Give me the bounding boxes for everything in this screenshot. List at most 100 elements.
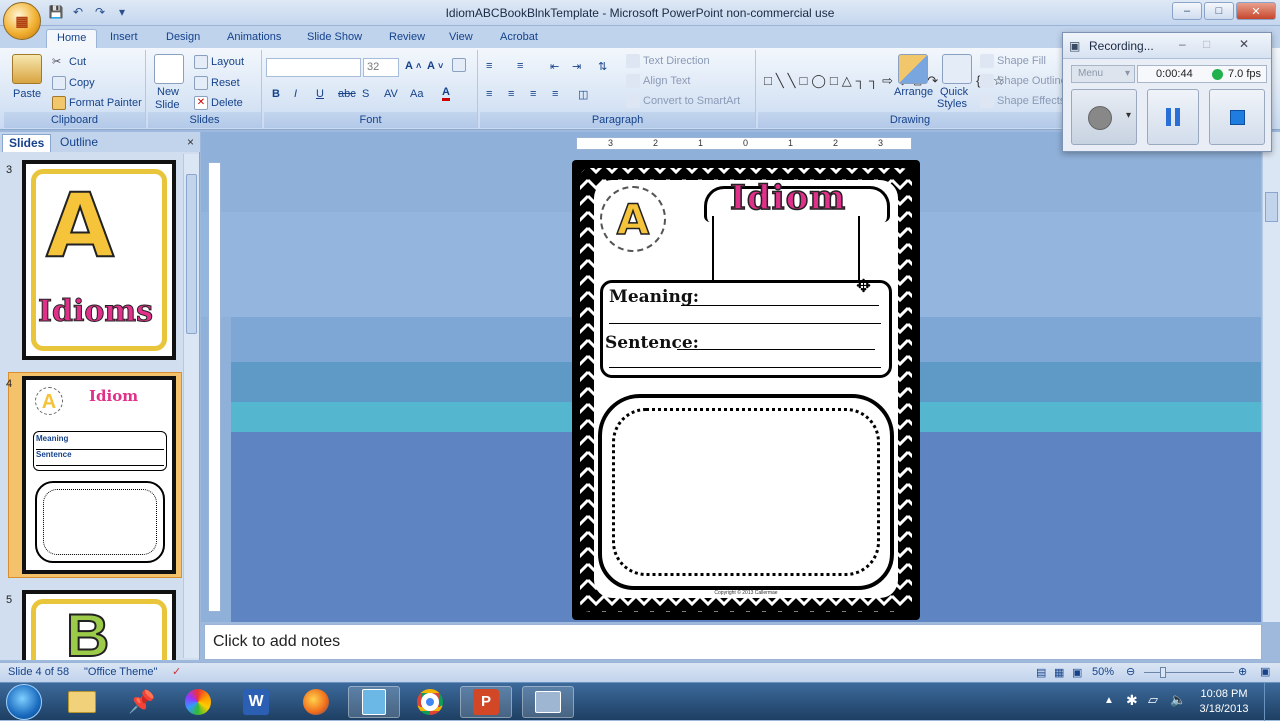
spellcheck-icon[interactable]: ✓ [172,665,181,678]
underline-icon[interactable]: U [316,88,324,100]
network-icon[interactable]: ✱ [1126,692,1138,709]
tab-outline-pane[interactable]: Outline [54,134,104,152]
font-size-input[interactable]: 32 [363,58,399,77]
definition-box[interactable]: Meaning: Sentence: [600,280,892,378]
tab-review[interactable]: Review [379,29,435,48]
main-scrollbar[interactable] [1262,132,1280,622]
align-center-icon[interactable]: ≡ [508,88,514,100]
line-spacing-icon[interactable]: ⇅ [598,60,607,73]
delete-button[interactable]: ✕ Delete [194,96,243,110]
shapes-gallery[interactable]: □╲╲□◯□△┐┐⇨⇩⬠↷⌒⌒{}☆ [764,54,1005,106]
show-hidden-icons[interactable]: ▲ [1104,695,1114,706]
maximize-button[interactable]: □ [1204,2,1234,20]
tab-design[interactable]: Design [156,29,210,48]
slide-thumbnail-5[interactable]: B [22,590,176,669]
firefox-icon[interactable] [290,686,342,718]
close-pane-icon[interactable]: × [187,135,194,149]
bold-icon[interactable]: B [272,88,280,100]
tab-insert[interactable]: Insert [100,29,148,48]
tab-home[interactable]: Home [46,29,98,48]
show-desktop-button[interactable] [1264,683,1280,721]
pin-icon[interactable]: 📌 [116,686,168,718]
font-name-input[interactable] [266,58,361,77]
tab-animations[interactable]: Animations [217,29,291,48]
quick-styles-button-label2[interactable]: Styles [937,98,967,110]
align-left-icon[interactable]: ≡ [486,88,492,100]
slide-show-icon[interactable]: ▣ [1072,666,1082,679]
record-button[interactable]: ▾ [1071,89,1137,145]
bullets-icon[interactable]: ≡ [486,60,492,72]
text-shadow-icon[interactable]: S [362,88,369,100]
zoom-in-icon[interactable]: ⊕ [1238,665,1247,678]
chrome-icon[interactable] [404,686,456,718]
close-button[interactable]: ✕ [1236,2,1276,20]
justify-icon[interactable]: ≡ [552,88,558,100]
volume-icon[interactable]: 🔈 [1170,692,1186,708]
strikethrough-icon[interactable]: abc [338,88,356,100]
decrease-indent-icon[interactable]: ⇤ [550,60,559,73]
normal-view-icon[interactable]: ▤ [1036,666,1046,679]
tab-acrobat[interactable]: Acrobat [490,29,548,48]
recorder-app-icon[interactable] [522,686,574,718]
word-icon[interactable]: W [230,686,282,718]
picasa-icon[interactable] [172,686,224,718]
fit-slide-icon[interactable]: ▣ [1260,665,1270,678]
columns-icon[interactable]: ◫ [578,88,588,101]
zoom-slider-thumb[interactable] [1160,667,1166,678]
recorder-minimize[interactable]: – [1179,37,1186,51]
slides-pane-scrollbar[interactable] [183,154,199,658]
zoom-slider[interactable] [1144,672,1234,673]
slide-thumbnail-3[interactable]: A Idioms [22,160,176,360]
picture-frame[interactable] [598,394,894,590]
cut-button[interactable]: ✂ Cut [52,55,86,69]
increase-indent-icon[interactable]: ⇥ [572,60,581,73]
change-case-icon[interactable]: Aa [410,88,423,100]
char-spacing-icon[interactable]: AV [384,88,398,100]
slide-canvas[interactable]: A Idiom Meaning: Sentence: Copyright © 2… [572,160,920,620]
scroll-thumb[interactable] [186,174,197,334]
copy-button[interactable]: Copy [52,76,95,90]
record-dropdown-icon[interactable]: ▾ [1126,110,1131,121]
office-button[interactable]: ▦ [3,2,41,40]
align-text-button[interactable]: Align Text [626,74,691,88]
align-right-icon[interactable]: ≡ [530,88,536,100]
explorer-icon[interactable] [56,686,108,718]
new-slide-button[interactable]: New [157,86,179,98]
signal-icon[interactable]: ▱ [1148,692,1158,708]
arrange-button[interactable]: Arrange [894,86,933,98]
recorder-menu-select[interactable]: Menu ▾ [1071,65,1135,83]
text-direction-button[interactable]: Text Direction [626,54,710,68]
zoom-out-icon[interactable]: ⊖ [1126,665,1135,678]
start-button[interactable] [6,684,42,720]
scroll-thumb[interactable] [1265,192,1278,222]
notes-pane[interactable]: Click to add notes [204,624,1262,660]
pause-button[interactable] [1147,89,1199,145]
recorder-maximize[interactable]: □ [1203,37,1210,51]
shape-effects-button[interactable]: Shape Effects [980,94,1065,108]
system-clock[interactable]: 10:08 PM 3/18/2013 [1192,687,1256,717]
shape-fill-button[interactable]: Shape Fill [980,54,1046,68]
convert-smartart-button[interactable]: Convert to SmartArt [626,94,740,108]
notes-app-icon[interactable] [348,686,400,718]
reset-button[interactable]: Reset [194,76,240,90]
quick-styles-button[interactable]: Quick [940,86,968,98]
minimize-button[interactable]: – [1172,2,1202,20]
new-slide-button-label2[interactable]: Slide [155,99,179,111]
format-painter-button[interactable]: Format Painter [52,96,142,110]
shape-outline-button[interactable]: Shape Outline [980,74,1067,88]
numbering-icon[interactable]: ≡ [517,60,523,72]
slide-sorter-icon[interactable]: ▦ [1054,666,1064,679]
zoom-level[interactable]: 50% [1092,666,1114,678]
tab-view[interactable]: View [439,29,483,48]
italic-icon[interactable]: I [294,88,297,100]
layout-button[interactable]: Layout [194,55,244,69]
powerpoint-icon[interactable]: P [460,686,512,718]
clear-format-icon[interactable] [452,58,466,72]
tab-slide-show[interactable]: Slide Show [297,29,372,48]
slide-thumbnail-4[interactable]: A Idiom Meaning Sentence [22,376,176,574]
tab-slides-pane[interactable]: Slides [2,134,52,152]
recorder-close[interactable]: ✕ [1239,37,1249,51]
grow-font-icon[interactable]: A ˄ [405,60,421,72]
paste-button[interactable]: Paste [13,88,41,100]
stop-button[interactable] [1209,89,1265,145]
